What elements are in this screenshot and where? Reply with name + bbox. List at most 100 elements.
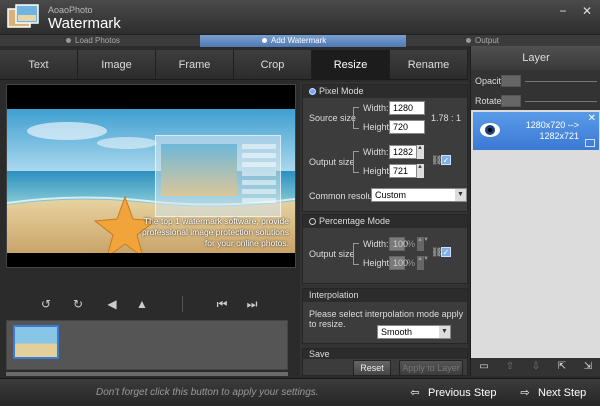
- pixel-mode-section: Pixel Mode Source size Width: 1280 Heigh…: [302, 84, 468, 212]
- output-height-stepper[interactable]: ▲▼: [417, 164, 429, 178]
- app-title: Watermark: [48, 15, 121, 32]
- opacity-slider[interactable]: [525, 81, 597, 82]
- percentage-mode-section: Percentage Mode Output size Width: 100 %…: [302, 214, 468, 284]
- layer-panel: Layer Opacity Rotate 1280x720 --> 1282x7…: [470, 46, 600, 376]
- pixel-mode-header[interactable]: Pixel Mode: [303, 85, 467, 98]
- output-width-stepper[interactable]: ▲▼: [417, 145, 429, 159]
- tab-resize[interactable]: Resize: [312, 50, 390, 79]
- percent-width-input[interactable]: 100: [389, 237, 408, 251]
- source-width-label: Width:: [363, 103, 389, 113]
- output-height-label: Height:: [363, 166, 392, 176]
- pixel-mode-radio[interactable]: [309, 88, 316, 95]
- bottom-bar: Don't forget click this button to apply …: [0, 378, 600, 406]
- watermark-tabs: Text Image Frame Crop Resize Rename: [0, 50, 468, 80]
- percent-height-input[interactable]: 100: [389, 256, 408, 270]
- interpolation-select[interactable]: Smooth ▼: [377, 325, 451, 339]
- step-progress-bar: Load Photos Add Watermark Output: [0, 34, 600, 47]
- keep-ratio-checkbox[interactable]: ✓: [441, 155, 451, 165]
- next-photo-icon[interactable]: ⏭: [244, 296, 260, 312]
- percent-width-unit: %: [407, 239, 416, 249]
- tab-crop[interactable]: Crop: [234, 50, 312, 79]
- layer-toolbar: ▭ ⇧ ⇩ ⇱ ⇲: [471, 360, 600, 376]
- percent-height-unit: %: [407, 258, 416, 268]
- layer-panel-title: Layer: [471, 46, 600, 70]
- step-add-watermark: Add Watermark: [200, 35, 406, 47]
- flip-vertical-icon[interactable]: ▲: [134, 296, 150, 312]
- percent-height-label: Height:: [363, 258, 392, 268]
- layer-item[interactable]: 1280x720 --> 1282x721 ✕: [473, 112, 599, 150]
- percent-width-stepper[interactable]: ▲▼: [417, 237, 429, 251]
- chevron-down-icon: ▼: [439, 326, 450, 338]
- watermark-screenshot-layer[interactable]: [155, 135, 281, 217]
- interpolation-section: Interpolation Please select interpolatio…: [302, 288, 468, 344]
- rotate-input[interactable]: [501, 95, 521, 107]
- thumbnail-scrollbar[interactable]: [6, 372, 288, 376]
- close-button[interactable]: ✕: [580, 4, 594, 18]
- watermark-inner-rows: [242, 144, 276, 204]
- percentage-mode-header[interactable]: Percentage Mode: [303, 215, 467, 228]
- rotate-left-icon[interactable]: ↺: [38, 296, 54, 312]
- flip-horizontal-icon[interactable]: ◀: [104, 296, 120, 312]
- tab-image[interactable]: Image: [78, 50, 156, 79]
- opacity-input[interactable]: [501, 75, 521, 87]
- rotate-right-icon[interactable]: ↻: [70, 296, 86, 312]
- output-width-label: Width:: [363, 147, 389, 157]
- percent-width-label: Width:: [363, 239, 389, 249]
- apply-hint: Don't forget click this button to apply …: [96, 387, 319, 398]
- app-subtitle: AoaoPhoto: [48, 5, 93, 15]
- layer-image-icon: [585, 139, 595, 147]
- tab-frame[interactable]: Frame: [156, 50, 234, 79]
- arrow-left-icon: ⇦: [410, 387, 420, 399]
- title-bar: AoaoPhoto Watermark − ✕: [0, 0, 600, 34]
- rotate-slider[interactable]: [525, 101, 597, 102]
- photo-thumbnail[interactable]: [13, 325, 59, 359]
- reset-button[interactable]: Reset: [353, 360, 391, 376]
- next-step-button[interactable]: ⇨ Next Step: [518, 379, 586, 406]
- output-width-input[interactable]: 1282: [389, 145, 417, 159]
- rotate-label: Rotate: [475, 96, 502, 106]
- layer-description: 1280x720 --> 1282x721: [525, 120, 579, 141]
- source-height-field: 720: [389, 120, 425, 134]
- previous-photo-icon[interactable]: ⏮: [214, 296, 230, 312]
- export-icon[interactable]: ⇲: [581, 360, 595, 374]
- photo-preview[interactable]: The top 1 watermark software, provide pr…: [6, 84, 296, 268]
- output-height-input[interactable]: 721: [389, 164, 417, 178]
- step-dot-icon: [262, 38, 267, 44]
- move-up-icon[interactable]: ⇧: [503, 360, 517, 374]
- move-down-icon[interactable]: ⇩: [529, 360, 543, 374]
- eye-icon[interactable]: [479, 120, 501, 140]
- app-logo-icon: [7, 4, 39, 28]
- previous-step-button[interactable]: ⇦ Previous Step: [408, 379, 496, 406]
- percent-output-size-label: Output size: [309, 249, 355, 259]
- tab-text[interactable]: Text: [0, 50, 78, 79]
- close-icon[interactable]: ✕: [588, 113, 596, 124]
- thumbnail-strip: [6, 320, 288, 370]
- minimize-button[interactable]: −: [556, 4, 570, 18]
- arrow-right-icon: ⇨: [520, 387, 530, 399]
- common-resolution-select[interactable]: Custom ▼: [371, 188, 467, 202]
- new-layer-icon[interactable]: ▭: [477, 360, 491, 374]
- output-bracket: [353, 151, 359, 173]
- percent-keep-ratio-checkbox[interactable]: ✓: [441, 247, 451, 257]
- percent-height-stepper[interactable]: ▲▼: [417, 256, 429, 270]
- watermark-inner-image: [161, 144, 237, 196]
- resize-settings-panel: Pixel Mode Source size Width: 1280 Heigh…: [300, 82, 468, 376]
- source-bracket: [353, 107, 359, 129]
- step-load-photos: Load Photos: [66, 35, 120, 47]
- interpolation-header: Interpolation: [303, 289, 467, 302]
- save-header: Save: [303, 349, 467, 359]
- save-section: Save Reset Apply to Layer: [302, 348, 468, 376]
- step-dot-icon: [66, 38, 71, 44]
- watermark-text-overlay[interactable]: The top 1 watermark software, provide pr…: [139, 216, 289, 249]
- percent-link-chain-icon: ⛓: [431, 247, 443, 257]
- tab-rename[interactable]: Rename: [390, 50, 468, 79]
- layer-list: 1280x720 --> 1282x721 ✕: [471, 110, 600, 358]
- output-size-label: Output size: [309, 157, 355, 167]
- apply-to-layer-button[interactable]: Apply to Layer: [399, 360, 463, 376]
- preview-controls: ↺ ↻ ◀ ▲ ⏮ ⏭: [6, 294, 296, 314]
- percentage-mode-radio[interactable]: [309, 218, 316, 225]
- controls-divider: [182, 296, 183, 312]
- aspect-ratio-label: 1.78 : 1: [431, 113, 462, 123]
- preview-photo: The top 1 watermark software, provide pr…: [7, 109, 295, 253]
- import-icon[interactable]: ⇱: [555, 360, 569, 374]
